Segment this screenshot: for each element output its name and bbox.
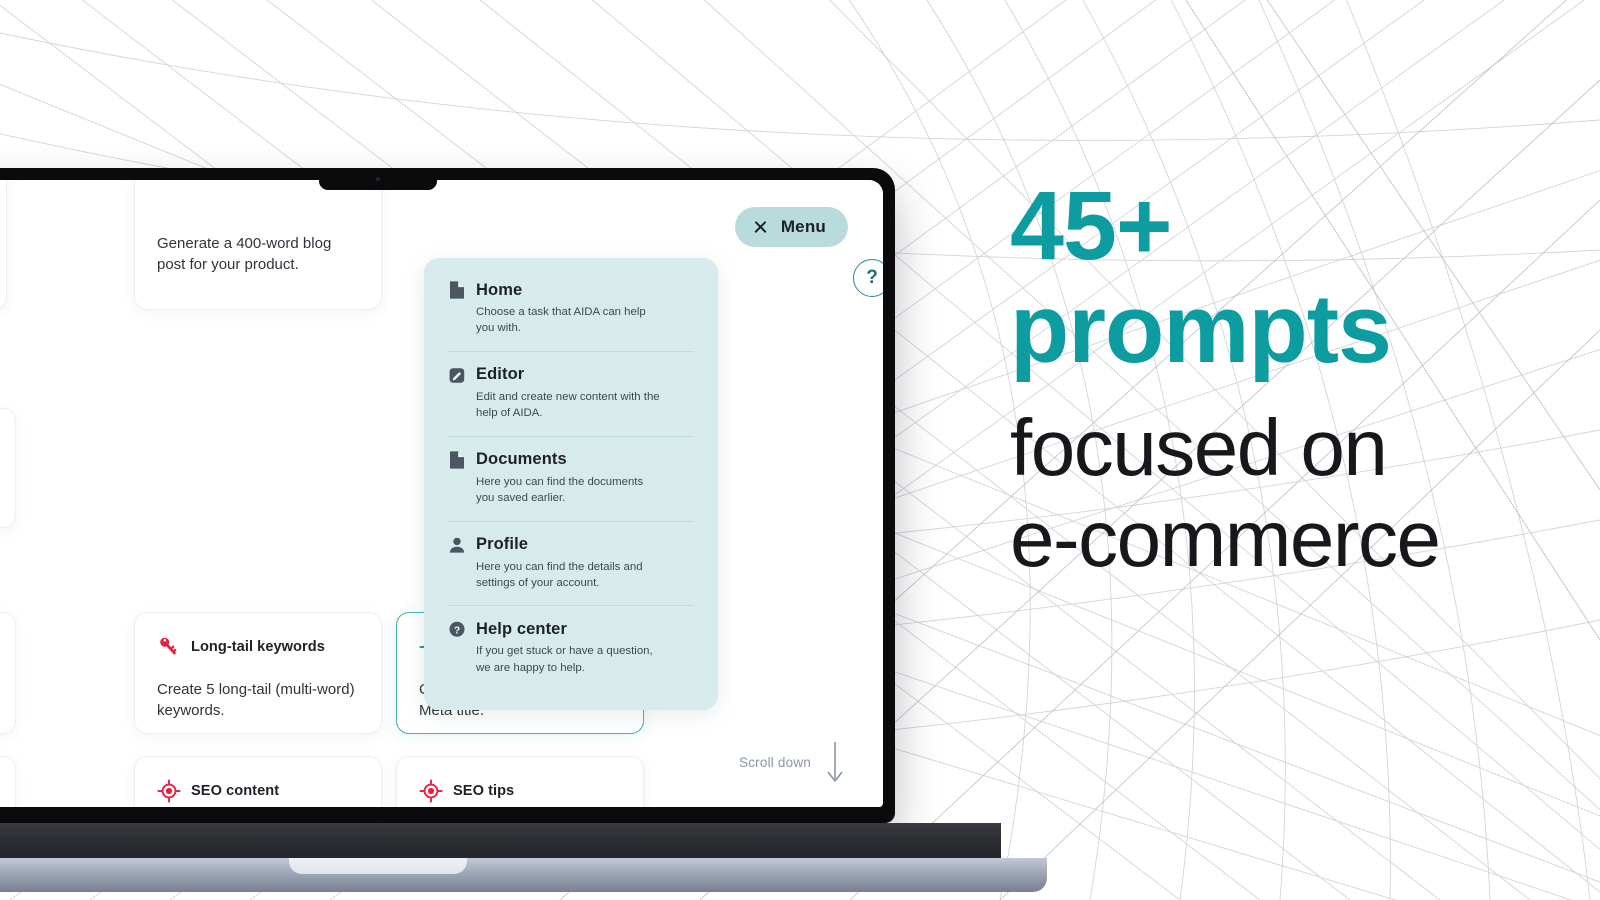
target-icon (157, 779, 181, 803)
camera-icon (375, 177, 380, 181)
card-header: Long-tail keywords (157, 635, 359, 659)
menu-item-help-center[interactable]: ? Help center If you get stuck or have a… (448, 605, 694, 690)
card-partial-top-left[interactable]: ations for you (0, 180, 7, 310)
card-long-tail-keywords[interactable]: Long-tail keywords Create 5 long-tail (m… (134, 612, 382, 734)
menu-item-title: Help center (476, 619, 567, 638)
menu-item-title: Editor (476, 365, 525, 384)
menu-dropdown-panel: Home Choose a task that AIDA can help yo… (424, 258, 718, 711)
card-seo-content[interactable]: SEO content Generate a 500-word post usi… (134, 756, 382, 807)
key-icon (160, 637, 177, 655)
menu-item-profile[interactable]: Profile Here you can find the details an… (448, 520, 694, 606)
menu-item-header: Home (448, 280, 694, 300)
card-body: Create 5 long-tail (multi-word) keywords… (157, 681, 355, 720)
menu-item-header: Profile (448, 535, 694, 555)
menu-item-header: Editor (448, 365, 694, 385)
menu-button[interactable]: Menu (734, 207, 848, 247)
menu-item-description: Here you can find the details and settin… (476, 560, 643, 589)
card-header: SEO content (157, 779, 359, 803)
card-title: SEO tips (453, 783, 515, 799)
menu-button-label: Menu (780, 217, 826, 236)
menu-item-title: Profile (476, 535, 529, 554)
card-body: Generate a 400-word blog post for your p… (157, 235, 332, 274)
laptop-lid: ations for you Generate a 400-word blog … (0, 168, 895, 823)
hero-headline: 45+ prompts focused on e-commerce (1010, 171, 1570, 588)
card-header: SEO tips (419, 779, 621, 803)
menu-item-editor[interactable]: Editor Edit and create new content with … (448, 350, 694, 436)
document-icon (450, 281, 464, 299)
close-icon (753, 220, 768, 235)
hero-line-prompts: prompts (1010, 274, 1392, 384)
card-partial-keywords[interactable]: words for your (0, 612, 16, 734)
card-title: Long-tail keywords (191, 639, 325, 655)
menu-item-header: Documents (448, 450, 694, 470)
target-icon (419, 779, 443, 803)
card-seo-tips[interactable]: SEO tips Generate 3 ideas to help optimi… (396, 756, 644, 807)
laptop-base-notch (288, 858, 467, 874)
document-icon (450, 451, 464, 469)
pencil-square-icon (449, 368, 465, 383)
hero-line-focused: focused on (1010, 403, 1388, 493)
menu-item-title: Documents (476, 450, 567, 469)
card-partial-bottom-left[interactable]: n acter Meta (0, 756, 16, 807)
laptop-screen: ations for you Generate a 400-word blog … (0, 180, 883, 807)
laptop-camera-notch (318, 168, 437, 190)
menu-item-description: Choose a task that AIDA can help you wit… (476, 306, 646, 335)
card-partial-top-mid[interactable]: Generate a 400-word blog post for your p… (134, 180, 382, 310)
card-title: SEO content (191, 783, 280, 799)
arrow-down-icon (827, 742, 843, 782)
laptop-mockup: ations for you Generate a 400-word blog … (0, 168, 1047, 900)
menu-item-documents[interactable]: Documents Here you can find the document… (448, 435, 694, 521)
menu-item-title: Home (476, 280, 523, 299)
hero-line-ecommerce: e-commerce (1010, 494, 1441, 584)
question-circle-icon: ? (449, 622, 465, 638)
aida-app: ations for you Generate a 400-word blog … (0, 180, 883, 807)
menu-item-description: If you get stuck or have a question, we … (476, 645, 653, 674)
menu-item-description: Here you can find the documents you save… (476, 475, 644, 505)
svg-text:?: ? (454, 626, 460, 637)
help-button[interactable]: ? (853, 259, 883, 297)
menu-item-description: Edit and create new content with the hel… (476, 390, 660, 420)
menu-item-header: ? Help center (448, 619, 694, 639)
person-icon (449, 537, 465, 553)
card-partial-mid-left[interactable]: tion character or your (0, 408, 16, 528)
menu-item-home[interactable]: Home Choose a task that AIDA can help yo… (448, 280, 694, 351)
scroll-down-label: Scroll down (739, 754, 811, 770)
laptop-base-foot (0, 858, 1047, 892)
scroll-down-hint[interactable]: Scroll down (739, 740, 845, 784)
hero-line-count: 45+ (1010, 171, 1173, 280)
question-mark-icon: ? (866, 267, 878, 288)
